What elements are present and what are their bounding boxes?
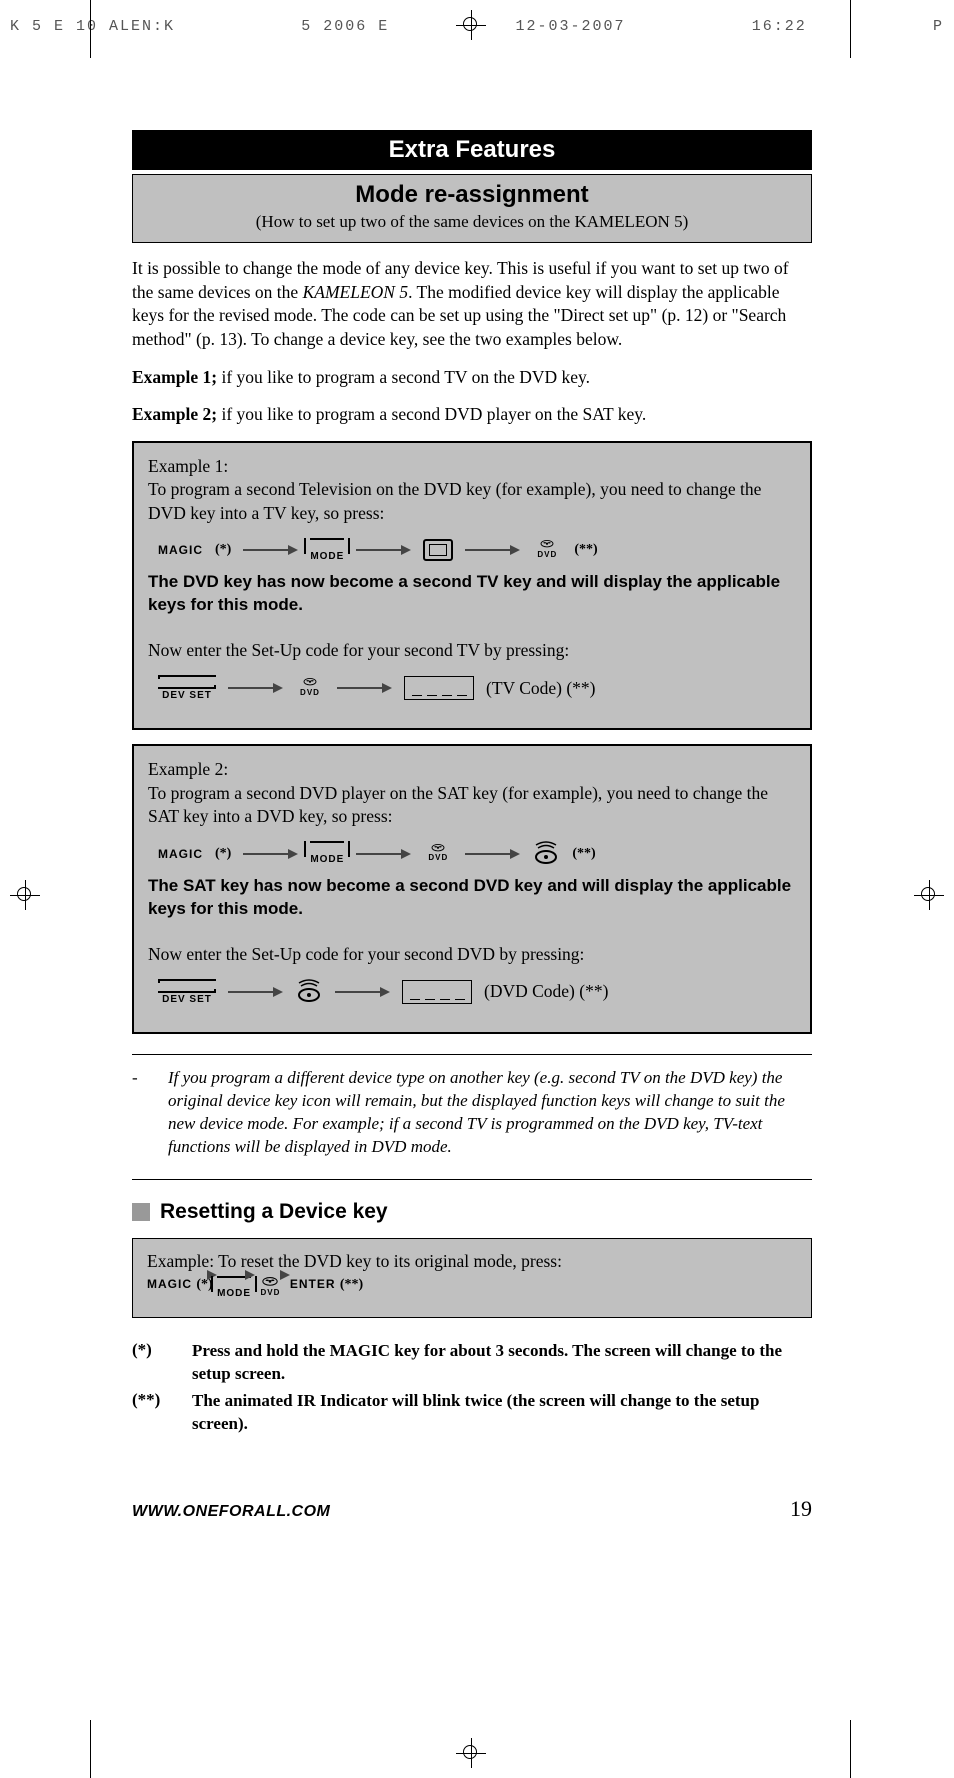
arrow-icon xyxy=(465,851,520,857)
devset-key-icon: DEV SET xyxy=(158,675,216,703)
code-label: (DVD Code) (**) xyxy=(484,980,608,1004)
reset-sequence: MAGIC (*) MODE DVD ENTER (**) xyxy=(147,1272,797,1299)
dvd-icon: DVD xyxy=(295,678,325,698)
magic-key-label: MAGIC xyxy=(158,846,203,862)
footnote-ref: (**) xyxy=(572,845,595,864)
mode-reassignment-subtitle: (How to set up two of the same devices o… xyxy=(137,212,807,232)
page-footer: WWW.ONEFORALL.COM 19 xyxy=(132,1496,812,1522)
footnote-mark: (**) xyxy=(132,1390,180,1436)
page-number: 19 xyxy=(790,1496,812,1522)
footnote-mark: (*) xyxy=(132,1340,180,1386)
mode-key-icon: MODE xyxy=(310,841,344,867)
example1-result: The DVD key has now become a second TV k… xyxy=(148,571,796,617)
footnotes: (*) Press and hold the MAGIC key for abo… xyxy=(132,1340,812,1436)
code-entry-icon xyxy=(404,676,474,700)
example2-sequence-1: MAGIC (*) MODE DVD (**) xyxy=(158,841,796,867)
dvd-icon: DVD xyxy=(255,1277,285,1297)
arrow-icon xyxy=(243,851,298,857)
print-header-date: 12-03-2007 xyxy=(515,18,625,35)
footnote-ref: (**) xyxy=(340,1277,363,1292)
arrow-icon xyxy=(356,547,411,553)
intro-paragraph: It is possible to change the mode of any… xyxy=(132,257,812,352)
tv-icon xyxy=(423,539,453,561)
page-content: Extra Features Mode re-assignment (How t… xyxy=(132,130,812,1522)
arrow-icon xyxy=(337,685,392,691)
register-mark-icon xyxy=(914,880,944,910)
example1-intro: Example 1; if you like to program a seco… xyxy=(132,366,812,390)
example1-setup-text: Now enter the Set-Up code for your secon… xyxy=(148,639,796,663)
register-mark-icon xyxy=(456,1738,486,1768)
reset-desc: Example: To reset the DVD key to its ori… xyxy=(147,1251,797,1272)
crop-mark xyxy=(90,1720,91,1778)
print-header-left: K 5 E 10 ALEN:K xyxy=(10,18,175,35)
mode-reassignment-title: Mode re-assignment xyxy=(137,181,807,209)
register-mark-icon xyxy=(456,10,486,40)
example2-sequence-2: DEV SET (DVD Code) (**) xyxy=(158,979,796,1007)
example1-sequence-2: DEV SET DVD (TV Code) (**) xyxy=(158,675,796,703)
example2-box: Example 2: To program a second DVD playe… xyxy=(132,744,812,1034)
footnote-ref: (**) xyxy=(574,541,597,560)
arrow-icon xyxy=(228,685,283,691)
example1-title: Example 1: xyxy=(148,456,228,476)
example2-result: The SAT key has now become a second DVD … xyxy=(148,875,796,921)
arrow-icon xyxy=(243,547,298,553)
crop-mark xyxy=(90,0,91,58)
footnote-ref: (*) xyxy=(215,541,231,560)
footnote-text: The animated IR Indicator will blink twi… xyxy=(192,1390,812,1436)
mode-key-icon: MODE xyxy=(310,538,344,564)
divider xyxy=(132,1054,812,1055)
code-entry-icon xyxy=(402,980,472,1004)
example1-box: Example 1: To program a second Televisio… xyxy=(132,441,812,730)
print-header-p: P xyxy=(933,18,944,35)
print-header-time: 16:22 xyxy=(752,18,807,35)
footnote-ref: (*) xyxy=(215,845,231,864)
dvd-icon: DVD xyxy=(532,540,562,560)
sat-icon xyxy=(532,841,560,867)
enter-key-label: ENTER xyxy=(290,1277,336,1291)
sat-icon xyxy=(295,979,323,1005)
bullet-square-icon xyxy=(132,1203,150,1221)
example1-desc: To program a second Television on the DV… xyxy=(148,478,796,525)
arrow-icon xyxy=(228,989,283,995)
arrow-icon xyxy=(356,851,411,857)
reset-box: Example: To reset the DVD key to its ori… xyxy=(132,1238,812,1318)
example2-title: Example 2: xyxy=(148,759,228,779)
devset-key-icon: DEV SET xyxy=(158,979,216,1007)
magic-key-label: MAGIC xyxy=(147,1277,192,1291)
dvd-icon: DVD xyxy=(423,844,453,864)
note-paragraph: - If you program a different device type… xyxy=(132,1067,812,1159)
section-header-bar: Extra Features xyxy=(132,130,812,170)
example2-intro: Example 2; if you like to program a seco… xyxy=(132,403,812,427)
code-label: (TV Code) (**) xyxy=(486,677,596,701)
subsection-header-bar: Mode re-assignment (How to set up two of… xyxy=(132,174,812,243)
crop-mark xyxy=(850,1720,851,1778)
register-mark-icon xyxy=(10,880,40,910)
arrow-icon xyxy=(335,989,390,995)
reset-section-heading: Resetting a Device key xyxy=(132,1200,812,1224)
magic-key-label: MAGIC xyxy=(158,542,203,558)
example2-desc: To program a second DVD player on the SA… xyxy=(148,782,796,829)
footer-url: WWW.ONEFORALL.COM xyxy=(132,1503,330,1521)
divider xyxy=(132,1179,812,1180)
arrow-icon xyxy=(465,547,520,553)
footnote-text: Press and hold the MAGIC key for about 3… xyxy=(192,1340,812,1386)
crop-mark xyxy=(850,0,851,58)
example2-setup-text: Now enter the Set-Up code for your secon… xyxy=(148,943,796,967)
example1-sequence-1: MAGIC (*) MODE DVD (**) xyxy=(158,538,796,564)
print-header-mid: 5 2006 E xyxy=(301,18,389,35)
